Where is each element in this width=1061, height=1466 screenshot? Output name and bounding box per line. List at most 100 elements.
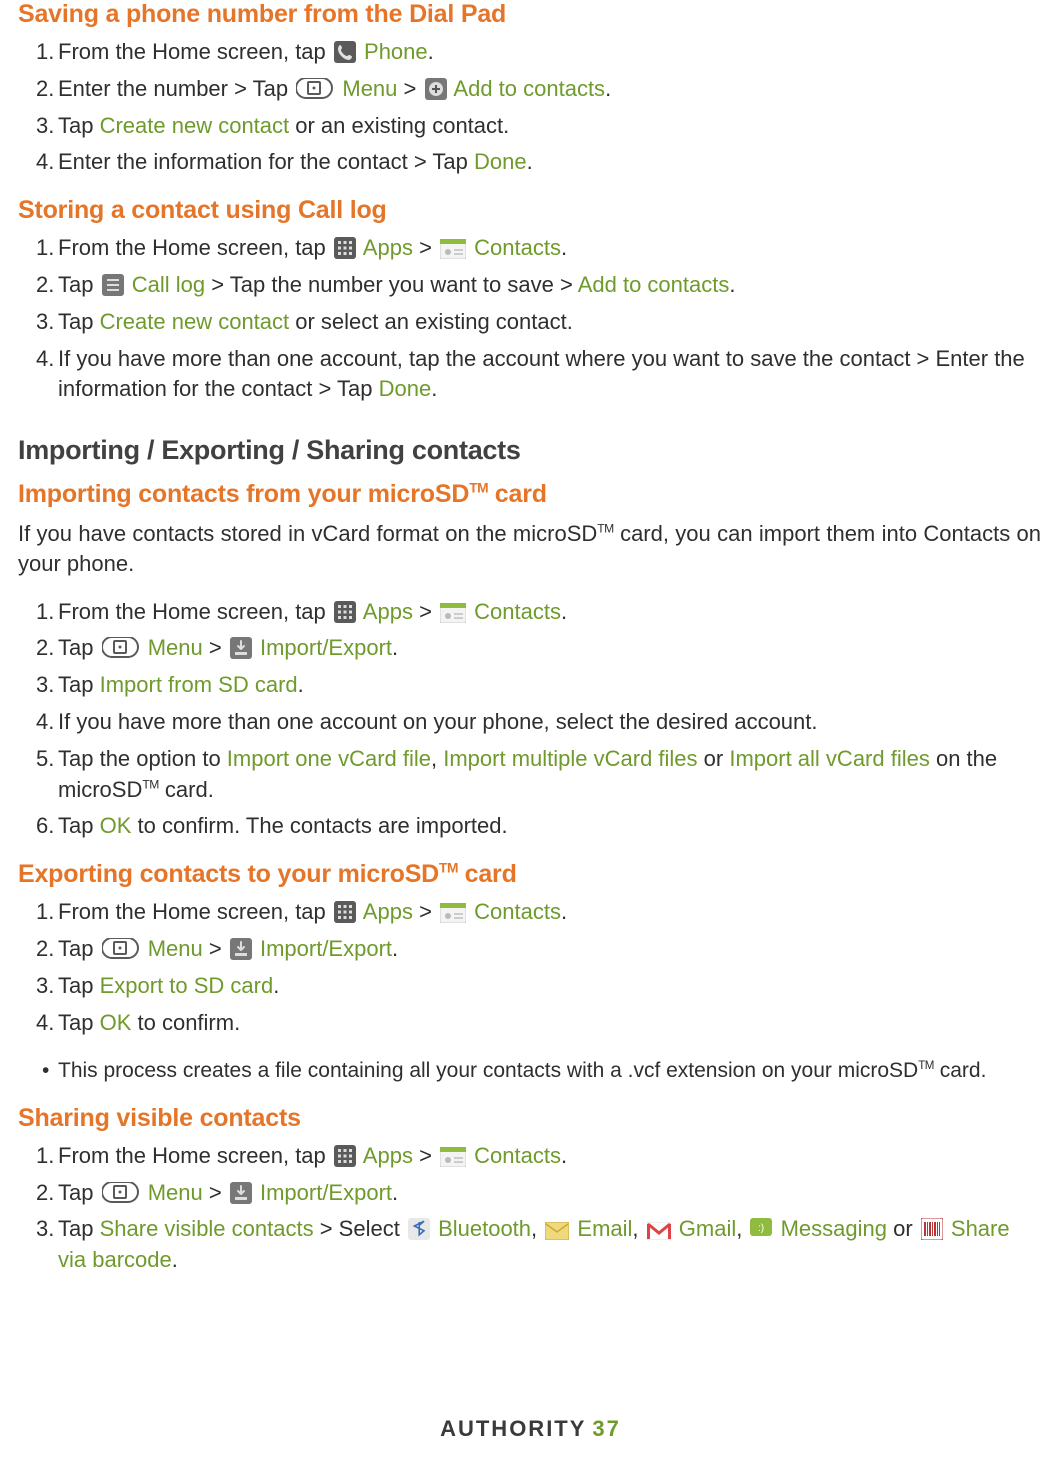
t: or xyxy=(887,1216,919,1241)
t: . xyxy=(172,1247,178,1272)
tm: TM xyxy=(142,777,158,791)
t: . xyxy=(392,1180,398,1205)
phone-icon xyxy=(334,41,356,63)
t: card. xyxy=(159,777,214,802)
step: From the Home screen, tap Apps > Contact… xyxy=(36,597,1041,628)
t: , xyxy=(632,1216,644,1241)
t: Importing contacts from your microSD xyxy=(18,480,469,508)
t: If you have contacts stored in vCard for… xyxy=(18,521,597,546)
t: Gmail xyxy=(679,1216,736,1241)
gmail-icon xyxy=(647,1222,671,1240)
t: > xyxy=(203,635,228,660)
messaging-icon xyxy=(750,1218,772,1240)
t: > Tap the number you want to save > xyxy=(205,272,578,297)
t: Import one vCard file xyxy=(227,746,431,771)
t: Export to SD card xyxy=(100,973,274,998)
t: > xyxy=(203,1180,228,1205)
t: or an existing contact. xyxy=(289,113,509,138)
t: Tap xyxy=(58,1216,100,1241)
t: Tap xyxy=(58,1010,100,1035)
footer-page-number: 37 xyxy=(592,1416,620,1441)
t: From the Home screen, tap xyxy=(58,599,332,624)
import-export-icon xyxy=(230,938,252,960)
step: Enter the number > Tap Menu > Add to con… xyxy=(36,74,1041,105)
t: to confirm. The contacts are imported. xyxy=(131,813,507,838)
step: Tap OK to confirm. xyxy=(36,1008,1041,1039)
import-export-icon xyxy=(230,637,252,659)
apps-icon xyxy=(334,1145,356,1167)
t: Email xyxy=(577,1216,632,1241)
intro-import-sd: If you have contacts stored in vCard for… xyxy=(18,519,1041,578)
t: From the Home screen, tap xyxy=(58,235,332,260)
t: . xyxy=(431,376,437,401)
t: From the Home screen, tap xyxy=(58,39,332,64)
step: Tap Menu > Import/Export. xyxy=(36,934,1041,965)
note-vcf: This process creates a file containing a… xyxy=(42,1056,1041,1085)
t: . xyxy=(561,899,567,924)
t: OK xyxy=(100,1010,132,1035)
t: Bluetooth xyxy=(438,1216,531,1241)
steps-share-contacts: From the Home screen, tap Apps > Contact… xyxy=(18,1141,1041,1276)
t: . xyxy=(273,973,279,998)
heading-import-export-share: Importing / Exporting / Sharing contacts xyxy=(18,435,1041,466)
manual-page: Saving a phone number from the Dial Pad … xyxy=(0,0,1061,1466)
t: Import/Export xyxy=(260,936,392,961)
t: . xyxy=(561,599,567,624)
t: Done xyxy=(474,149,527,174)
steps-export-sd: From the Home screen, tap Apps > Contact… xyxy=(18,897,1041,1038)
t: , xyxy=(736,1216,748,1241)
t: > xyxy=(413,899,438,924)
t: Share visible contacts xyxy=(100,1216,314,1241)
contacts-icon xyxy=(440,603,466,623)
t: Contacts xyxy=(474,899,561,924)
calllog-icon xyxy=(102,274,124,296)
step: From the Home screen, tap Apps > Contact… xyxy=(36,897,1041,928)
t: > xyxy=(413,1143,438,1168)
heading-save-dialpad: Saving a phone number from the Dial Pad xyxy=(18,0,1041,29)
t: . xyxy=(298,672,304,697)
step: If you have more than one account on you… xyxy=(36,707,1041,738)
step: If you have more than one account, tap t… xyxy=(36,344,1041,406)
t: . xyxy=(605,76,611,101)
t: . xyxy=(392,936,398,961)
t: Contacts xyxy=(474,599,561,624)
t: , xyxy=(531,1216,543,1241)
t: . xyxy=(729,272,735,297)
t: Tap xyxy=(58,635,100,660)
t: Apps xyxy=(363,899,413,924)
step: Tap Export to SD card. xyxy=(36,971,1041,1002)
t: Tap xyxy=(58,813,100,838)
t: > xyxy=(203,936,228,961)
t: Add to contacts xyxy=(578,272,730,297)
step: Tap Call log > Tap the number you want t… xyxy=(36,270,1041,301)
t: If you have more than one account, tap t… xyxy=(58,346,1025,402)
t: Tap xyxy=(58,113,100,138)
t: Menu xyxy=(342,76,397,101)
step: Tap Create new contact or an existing co… xyxy=(36,111,1041,142)
tm: TM xyxy=(469,481,488,496)
steps-store-calllog: From the Home screen, tap Apps > Contact… xyxy=(18,233,1041,405)
step: Tap Menu > Import/Export. xyxy=(36,1178,1041,1209)
t: Import from SD card xyxy=(100,672,298,697)
step: From the Home screen, tap Phone. xyxy=(36,37,1041,68)
t: Done xyxy=(379,376,432,401)
barcode-icon xyxy=(921,1218,943,1240)
import-export-icon xyxy=(230,1182,252,1204)
t: Tap xyxy=(58,309,100,334)
t: . xyxy=(527,149,533,174)
t: Phone xyxy=(364,39,428,64)
step: Tap Menu > Import/Export. xyxy=(36,633,1041,664)
tm: TM xyxy=(918,1060,934,1072)
menu-icon xyxy=(102,938,140,960)
t: to confirm. xyxy=(131,1010,240,1035)
contacts-icon xyxy=(440,1147,466,1167)
t: Tap xyxy=(58,936,100,961)
step: Tap OK to confirm. The contacts are impo… xyxy=(36,811,1041,842)
step: Tap Import from SD card. xyxy=(36,670,1041,701)
email-icon xyxy=(545,1222,569,1240)
t: Enter the information for the contact > … xyxy=(58,149,474,174)
t: . xyxy=(428,39,434,64)
t: Contacts xyxy=(474,1143,561,1168)
t: card xyxy=(458,860,517,888)
t: Menu xyxy=(148,635,203,660)
